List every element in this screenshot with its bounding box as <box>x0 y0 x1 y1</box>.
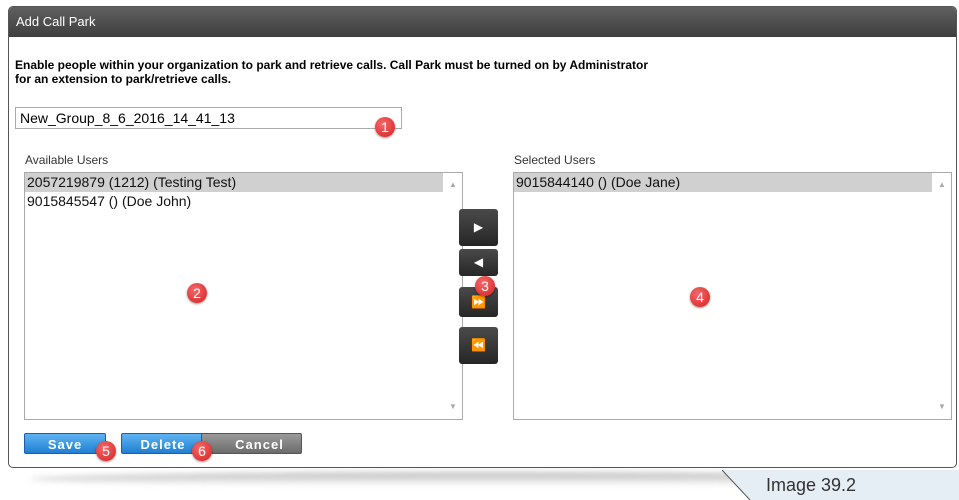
annotation-badge-1: 1 <box>375 117 395 137</box>
description-line-1: Enable people within your organization t… <box>15 58 649 72</box>
double-chevron-left-icon: ⏪ <box>471 338 486 352</box>
dialog-title: Add Call Park <box>9 7 956 37</box>
chevron-left-icon: ◀ <box>473 255 484 269</box>
cancel-button[interactable]: Cancel <box>201 433 302 454</box>
group-name-input[interactable] <box>15 107 402 129</box>
annotation-badge-5: 5 <box>96 441 116 461</box>
annotation-badge-2: 2 <box>187 283 207 303</box>
image-caption: Image 39.2 <box>766 475 857 495</box>
double-chevron-right-icon: ⏩ <box>471 295 486 309</box>
list-item[interactable]: 2057219879 (1212) (Testing Test) <box>25 173 443 192</box>
scroll-up-icon[interactable]: ▲ <box>937 180 947 190</box>
dialog-description: Enable people within your organization t… <box>15 58 845 86</box>
move-all-left-button[interactable]: ⏪ <box>459 327 498 364</box>
move-right-button[interactable]: ▶ <box>459 209 498 246</box>
list-item[interactable]: 9015845547 () (Doe John) <box>25 192 443 211</box>
save-button[interactable]: Save <box>24 433 106 454</box>
description-line-2: for an extension to park/retrieve calls. <box>15 72 232 86</box>
available-users-list[interactable]: 2057219879 (1212) (Testing Test) 9015845… <box>24 172 463 420</box>
annotation-badge-6: 6 <box>192 441 212 461</box>
scroll-down-icon[interactable]: ▼ <box>448 402 458 412</box>
list-item[interactable]: 9015844140 () (Doe Jane) <box>514 173 932 192</box>
selected-users-list[interactable]: 9015844140 () (Doe Jane) ▲ ▼ <box>513 172 952 420</box>
annotation-badge-4: 4 <box>690 287 710 307</box>
annotation-badge-3: 3 <box>475 276 495 296</box>
scroll-up-icon[interactable]: ▲ <box>448 180 458 190</box>
move-left-button[interactable]: ◀ <box>459 249 498 276</box>
selected-users-label: Selected Users <box>514 153 596 167</box>
chevron-right-icon: ▶ <box>473 220 484 234</box>
available-users-label: Available Users <box>25 153 109 167</box>
scroll-down-icon[interactable]: ▼ <box>937 402 947 412</box>
